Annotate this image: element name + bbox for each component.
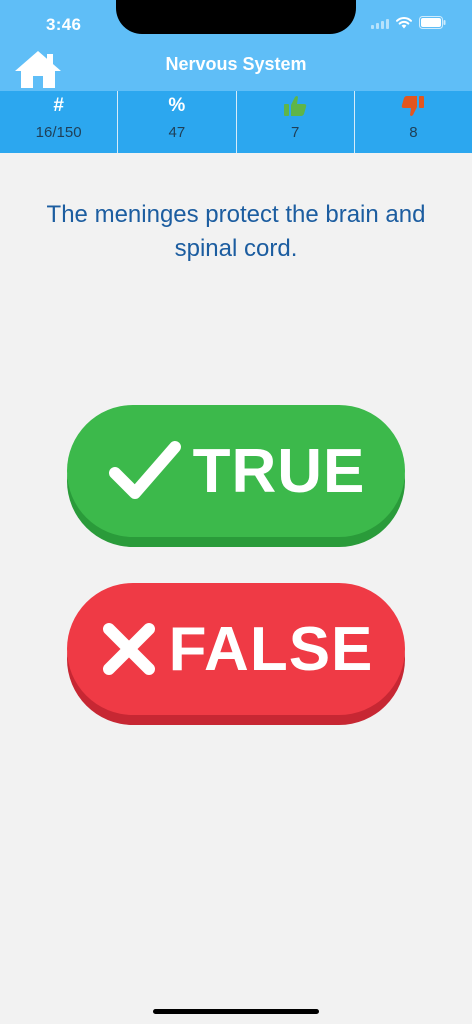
true-label: TRUE: [192, 436, 366, 506]
stat-correct: 7: [237, 91, 355, 153]
stat-value: 8: [409, 124, 418, 141]
app-header: 3:46 Nervous System: [0, 0, 472, 91]
stat-value: 7: [290, 124, 300, 141]
false-button[interactable]: FALSE: [67, 583, 405, 725]
wifi-icon: [396, 16, 412, 29]
status-time: 3:46: [46, 15, 82, 34]
true-button[interactable]: TRUE: [67, 405, 405, 547]
stat-percent: % 47: [118, 91, 237, 153]
stat-value: 16/150: [35, 124, 82, 141]
stat-question-count: # 16/150: [0, 91, 119, 153]
cellular-signal-icon: [371, 17, 389, 29]
thumbs-down-icon: [402, 96, 425, 116]
stat-value: 47: [168, 124, 186, 141]
home-indicator[interactable]: [153, 1009, 319, 1014]
cross-icon: [102, 623, 155, 675]
stats-bar: # 16/150 % 47 7 8: [0, 91, 472, 153]
false-label: FALSE: [168, 614, 374, 684]
checkmark-icon: [108, 441, 181, 499]
page-title: Nervous System: [165, 54, 307, 74]
status-icons: [371, 16, 446, 29]
percent-icon: %: [168, 95, 186, 116]
thumbs-up-icon: [284, 96, 307, 116]
hash-icon: #: [53, 95, 64, 116]
battery-icon: [419, 16, 446, 29]
stat-incorrect: 8: [355, 91, 472, 153]
screen: 3:46 Nervous System # 16/150 % 47 7 8 Th…: [0, 0, 472, 1024]
device-notch: [116, 0, 356, 34]
question-text: The meninges protect the brain and spina…: [46, 201, 426, 262]
